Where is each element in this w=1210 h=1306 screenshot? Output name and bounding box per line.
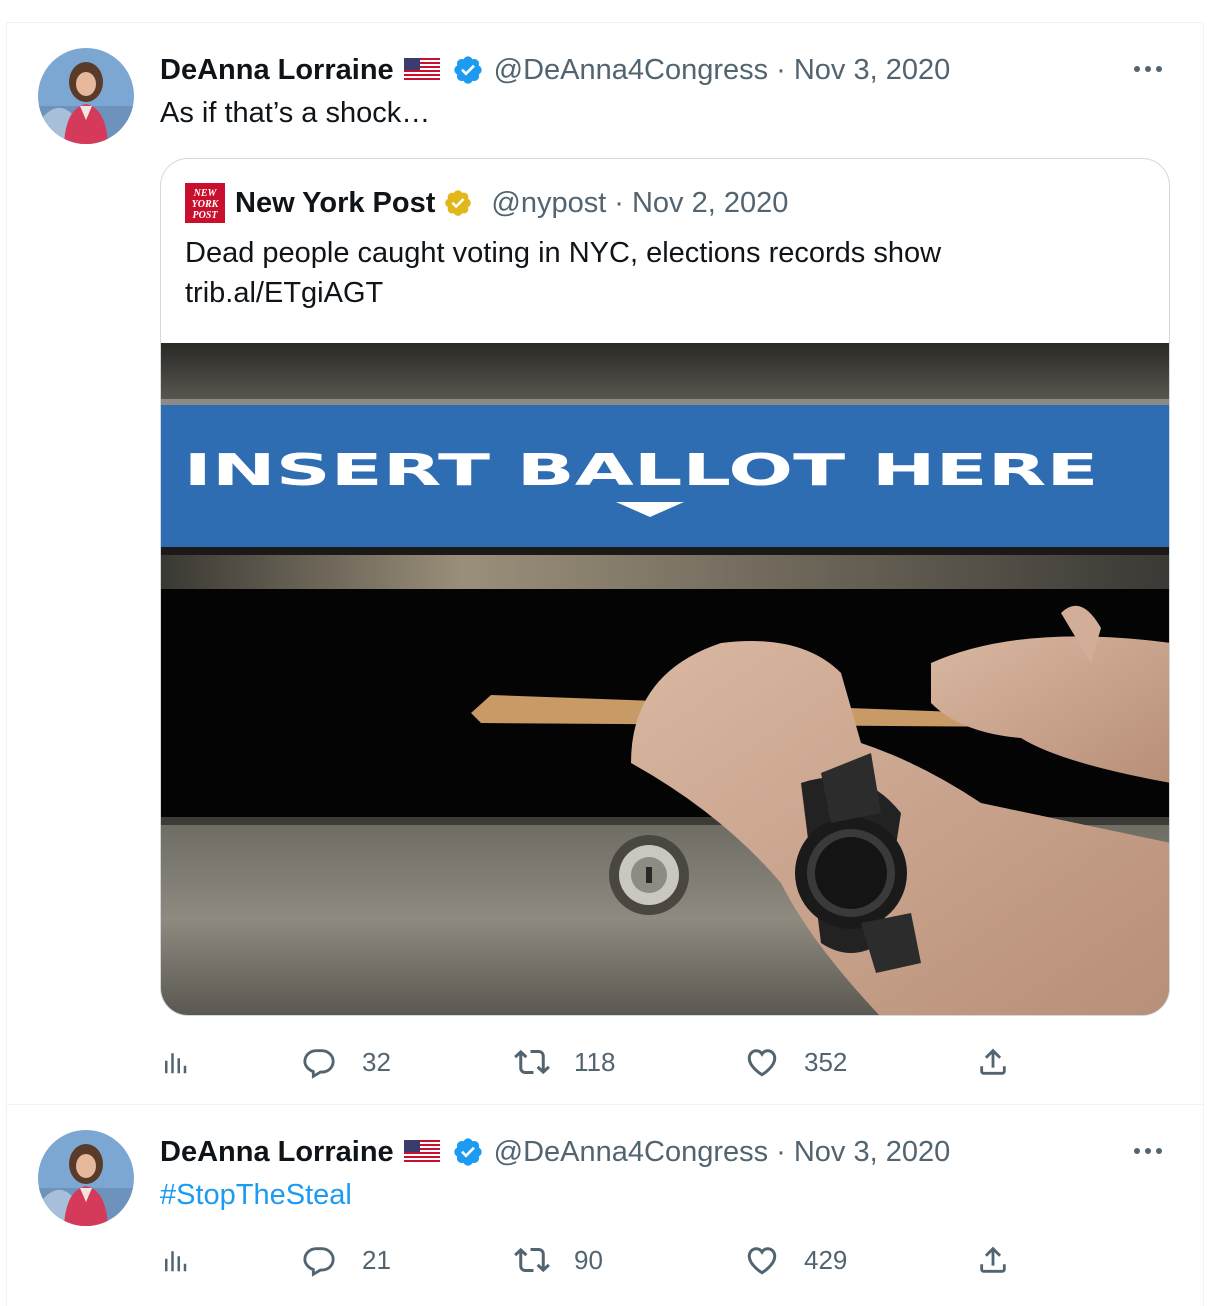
tweet-date[interactable]: Nov 3, 2020: [794, 54, 950, 87]
reply-count: 32: [362, 1046, 391, 1077]
reply-icon: [303, 1049, 335, 1079]
heart-icon: [747, 1049, 777, 1077]
like-button[interactable]: 429: [744, 1240, 847, 1280]
retweet-icon: [514, 1049, 550, 1075]
quoted-author-handle[interactable]: @nypost: [491, 187, 606, 220]
us-flag-icon: [403, 1140, 440, 1164]
svg-text:POST: POST: [193, 210, 219, 221]
hashtag-link[interactable]: #StopTheSteal: [160, 1179, 352, 1211]
tweet-date[interactable]: Nov 3, 2020: [794, 1136, 950, 1169]
tweet-text: As if that’s a shock…: [160, 97, 431, 129]
tweet-header: DeAnna Lorraine @DeAnna4Congress · Nov 3…: [160, 50, 950, 90]
reply-count: 21: [362, 1244, 391, 1275]
verified-badge-icon: [452, 1136, 484, 1168]
share-icon: [980, 1246, 1006, 1273]
verified-gold-badge-icon: [443, 188, 473, 218]
nypost-logo: NEW YORK POST: [185, 183, 225, 223]
quoted-media-image[interactable]: INSERT BALLOT HERE: [161, 343, 1169, 1015]
tweet-actions: 32 118 352: [160, 1042, 1040, 1082]
us-flag-icon: [403, 58, 440, 82]
avatar[interactable]: [38, 48, 134, 144]
reply-button[interactable]: 21: [302, 1240, 391, 1280]
quoted-tweet-date[interactable]: Nov 2, 2020: [632, 187, 788, 220]
more-icon[interactable]: [1128, 54, 1168, 84]
share-button[interactable]: [976, 1240, 1010, 1280]
reply-button[interactable]: 32: [302, 1042, 391, 1082]
separator-dot: ·: [776, 1135, 786, 1168]
avatar[interactable]: [38, 1130, 134, 1226]
quoted-tweet-text: Dead people caught voting in NYC, electi…: [185, 233, 1145, 313]
separator-dot: ·: [776, 53, 786, 86]
tweet-header: DeAnna Lorraine @DeAnna4Congress · Nov 3…: [160, 1132, 950, 1172]
quoted-author-name[interactable]: New York Post: [235, 187, 435, 220]
separator-dot: ·: [614, 186, 624, 219]
more-icon[interactable]: [1128, 1136, 1168, 1166]
retweet-count: 90: [574, 1244, 603, 1275]
like-button[interactable]: 352: [744, 1042, 847, 1082]
svg-text:YORK: YORK: [192, 199, 220, 210]
reply-icon: [303, 1247, 335, 1277]
like-count: 352: [804, 1046, 848, 1077]
quoted-tweet[interactable]: NEW YORK POST New York Post @nypost · No…: [160, 158, 1170, 1016]
retweet-count: 118: [574, 1046, 616, 1077]
retweet-button[interactable]: 90: [514, 1240, 603, 1280]
author-name[interactable]: DeAnna Lorraine: [160, 54, 394, 87]
author-name[interactable]: DeAnna Lorraine: [160, 1136, 394, 1169]
author-handle[interactable]: @DeAnna4Congress: [494, 54, 768, 87]
retweet-icon: [514, 1247, 550, 1273]
verified-badge-icon: [452, 54, 484, 86]
analytics-icon: [165, 1251, 187, 1272]
quoted-tweet-header: NEW YORK POST New York Post @nypost · No…: [185, 183, 788, 223]
quoted-text-line: Dead people caught voting in NYC, electi…: [185, 237, 942, 269]
svg-text:NEW: NEW: [193, 188, 218, 199]
analytics-icon: [165, 1053, 187, 1074]
tweet-actions: 21 90 429: [160, 1240, 1040, 1280]
tweet[interactable]: DeAnna Lorraine @DeAnna4Congress · Nov 3…: [6, 1104, 1204, 1306]
like-count: 429: [804, 1244, 848, 1275]
author-handle[interactable]: @DeAnna4Congress: [494, 1136, 768, 1169]
views-button[interactable]: [160, 1240, 190, 1280]
ballot-sign-text: INSERT BALLOT HERE: [184, 445, 1099, 496]
retweet-button[interactable]: 118: [514, 1042, 615, 1082]
share-icon: [980, 1048, 1006, 1075]
share-button[interactable]: [976, 1042, 1010, 1082]
quoted-link[interactable]: trib.al/ETgiAGT: [185, 273, 1145, 313]
tweet-text: #StopTheSteal: [160, 1176, 352, 1214]
views-button[interactable]: [160, 1042, 190, 1082]
heart-icon: [747, 1247, 777, 1275]
tweet[interactable]: DeAnna Lorraine @DeAnna4Congress · Nov 3…: [6, 22, 1204, 1104]
